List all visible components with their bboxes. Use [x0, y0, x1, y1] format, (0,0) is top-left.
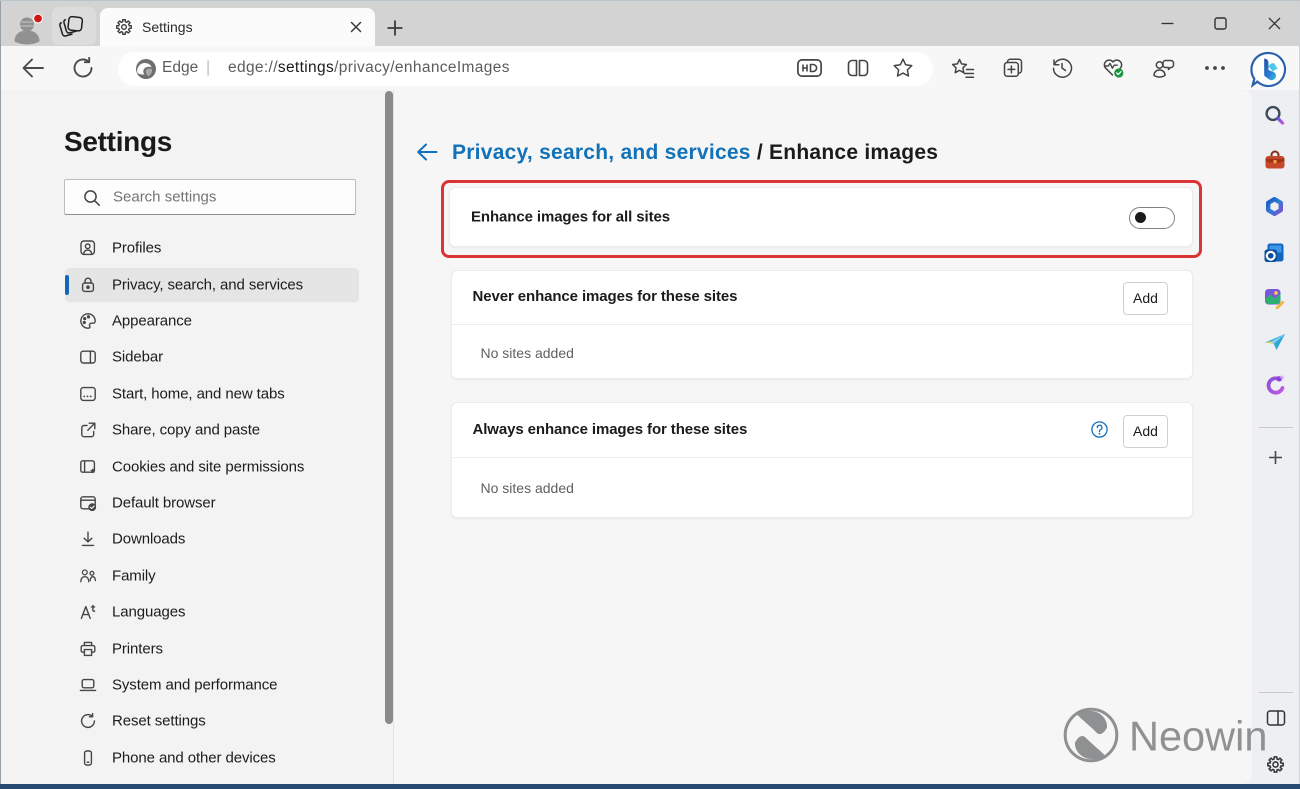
svg-text:Neowin: Neowin — [1129, 713, 1267, 760]
